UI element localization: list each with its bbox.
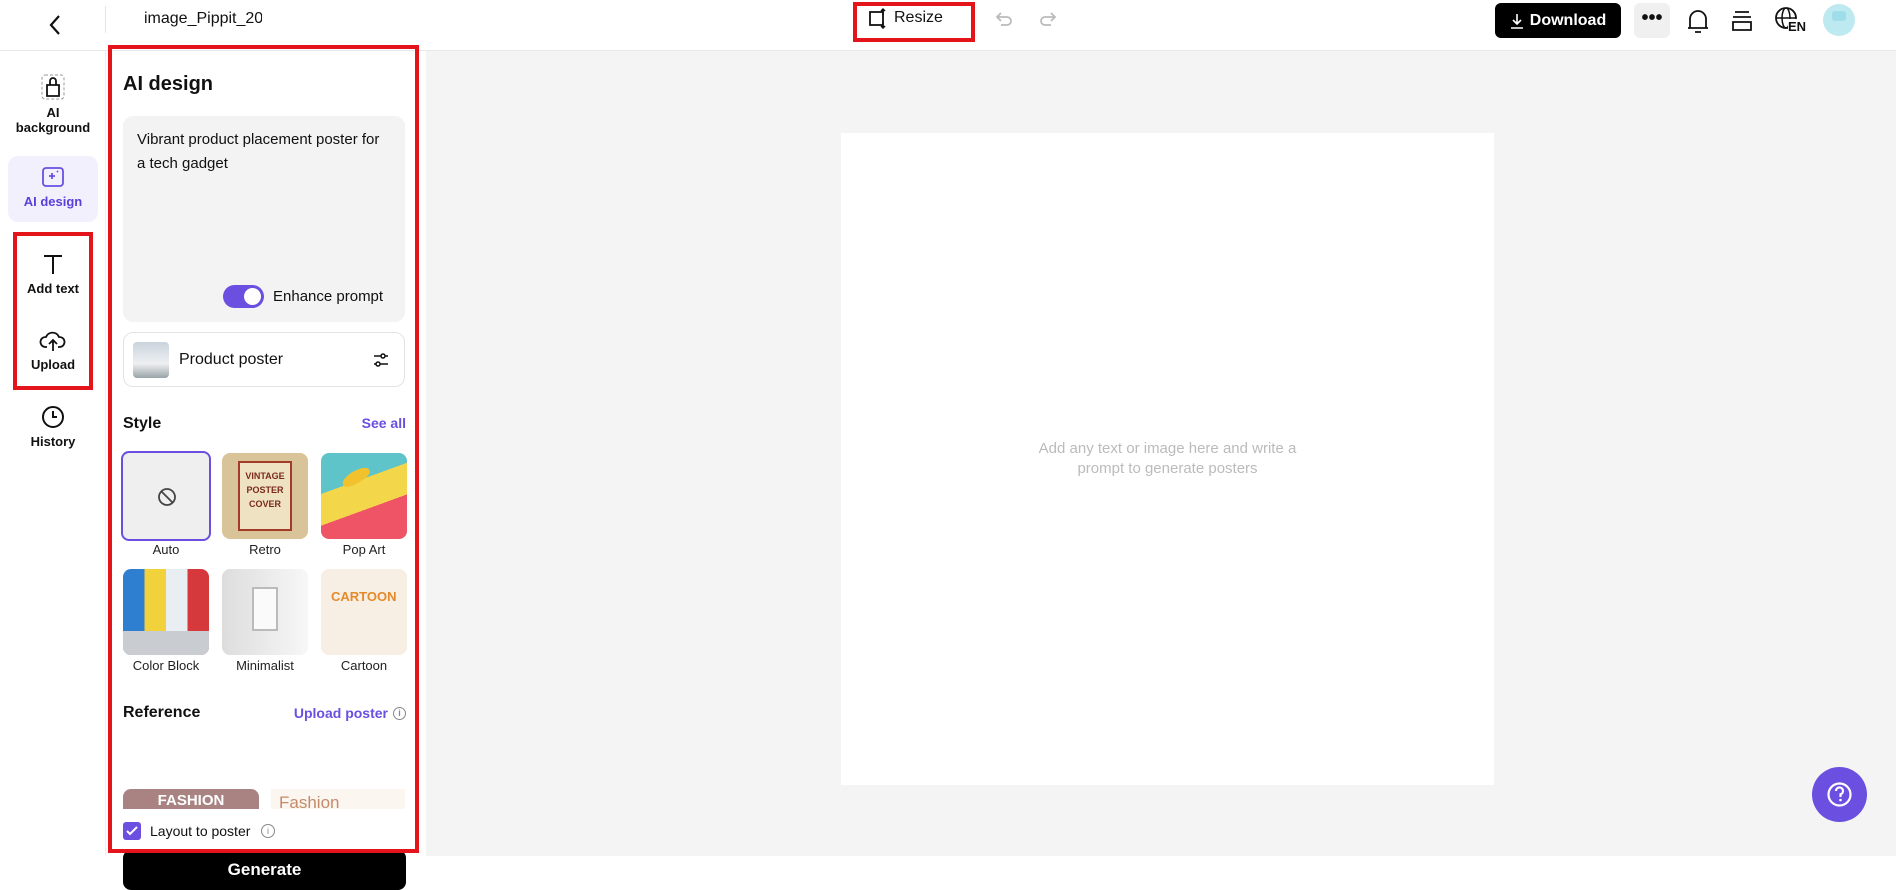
style-label: Auto <box>152 542 180 557</box>
question-icon <box>1827 782 1852 807</box>
sliders-icon <box>374 353 388 367</box>
cloud-upload-icon <box>39 331 66 351</box>
style-label: Color Block <box>132 658 200 673</box>
layout-info-icon[interactable]: i <box>261 824 275 838</box>
redo-button[interactable] <box>1038 8 1060 35</box>
rail-item-ai-background[interactable]: AI background <box>8 65 98 135</box>
download-button[interactable]: Download <box>1495 3 1621 38</box>
chevron-left-icon <box>49 15 60 35</box>
text-icon <box>44 255 62 274</box>
style-color-block[interactable] <box>123 569 209 655</box>
avatar[interactable] <box>1823 4 1855 36</box>
left-rail: AI background AI design Add text Upload … <box>0 51 106 856</box>
avatar-figure <box>1832 11 1846 21</box>
reference-image-2[interactable]: Fashion <box>271 789 405 809</box>
back-button[interactable] <box>40 10 70 40</box>
help-button[interactable] <box>1812 767 1867 822</box>
retro-poster-art: VINTAGE POSTER COVER <box>238 461 292 531</box>
language-button[interactable]: EN <box>1774 6 1810 36</box>
enhance-label: Enhance prompt <box>273 288 384 305</box>
download-label: Download <box>1529 11 1607 29</box>
rail-label: AI design <box>23 194 83 209</box>
ai-design-panel: AI design Vibrant product placement post… <box>111 51 416 890</box>
bag-icon <box>41 74 65 100</box>
toggle-knob <box>244 288 261 305</box>
check-icon <box>126 826 138 836</box>
style-cartoon[interactable]: CARTOON <box>321 569 407 655</box>
resize-button[interactable]: Resize <box>866 7 943 29</box>
language-code: EN <box>1788 19 1807 34</box>
floor <box>123 631 209 655</box>
resize-label: Resize <box>894 9 943 26</box>
prompt-box[interactable]: Vibrant product placement poster for a t… <box>123 116 405 322</box>
info-icon: i <box>393 706 406 720</box>
divider <box>105 6 106 33</box>
rail-item-ai-design[interactable]: AI design <box>8 156 98 222</box>
rail-item-add-text[interactable]: Add text <box>8 243 98 296</box>
generate-button[interactable]: Generate <box>123 850 406 890</box>
rail-item-history[interactable]: History <box>8 396 98 449</box>
top-bar: image_Pippit_20 Resize Download ••• EN <box>0 0 1896 51</box>
see-all-link[interactable]: See all <box>362 415 406 431</box>
prompt-input[interactable]: Vibrant product placement poster for a t… <box>137 128 387 176</box>
style-heading: Style <box>123 415 162 432</box>
style-retro[interactable]: VINTAGE POSTER COVER <box>222 453 308 539</box>
bell-icon <box>1688 10 1708 33</box>
cartoon-art: CARTOON <box>331 589 397 604</box>
panel-title: AI design <box>123 73 214 95</box>
style-label: Minimalist <box>236 658 294 673</box>
style-label: Pop Art <box>342 542 386 557</box>
template-thumbnail <box>133 342 169 378</box>
style-auto[interactable] <box>121 451 211 541</box>
rail-item-upload[interactable]: Upload <box>8 319 98 372</box>
download-icon <box>1510 13 1523 29</box>
reference-heading: Reference <box>123 704 201 721</box>
magic-image-icon <box>42 167 64 187</box>
more-button[interactable]: ••• <box>1634 3 1670 38</box>
file-name[interactable]: image_Pippit_20 <box>144 10 262 28</box>
style-pop-art[interactable] <box>321 453 407 539</box>
upload-poster-label: Upload poster <box>293 705 388 721</box>
notifications-button[interactable] <box>1685 7 1711 40</box>
undo-icon <box>995 12 1012 26</box>
none-icon <box>158 488 176 506</box>
style-minimalist[interactable] <box>222 569 308 655</box>
undo-button[interactable] <box>992 8 1014 35</box>
template-label: Product poster <box>179 351 284 368</box>
more-icon: ••• <box>1641 7 1663 29</box>
layers-button[interactable] <box>1729 8 1755 39</box>
banana-art <box>340 464 372 490</box>
template-selector[interactable]: Product poster <box>123 332 405 387</box>
rail-label: Add text <box>27 281 79 296</box>
layout-checkbox[interactable] <box>123 822 141 840</box>
style-label: Retro <box>249 542 281 557</box>
resize-icon <box>869 7 886 29</box>
poster-canvas[interactable]: Add any text or image here and write a p… <box>841 133 1494 785</box>
rail-label: AI background <box>15 105 91 135</box>
layout-label: Layout to poster <box>150 823 251 839</box>
reference-image-1[interactable]: FASHION <box>123 789 259 809</box>
frame-art <box>252 587 278 631</box>
canvas-placeholder: Add any text or image here and write a p… <box>1038 440 1297 477</box>
rail-label: History <box>30 434 76 449</box>
enhance-toggle[interactable] <box>223 285 264 308</box>
style-label: Cartoon <box>340 658 388 673</box>
clock-icon <box>42 406 64 428</box>
redo-icon <box>1040 12 1057 26</box>
upload-poster-link[interactable]: Upload poster i <box>294 705 406 721</box>
stack-icon <box>1732 11 1752 31</box>
rail-label: Upload <box>30 357 76 372</box>
